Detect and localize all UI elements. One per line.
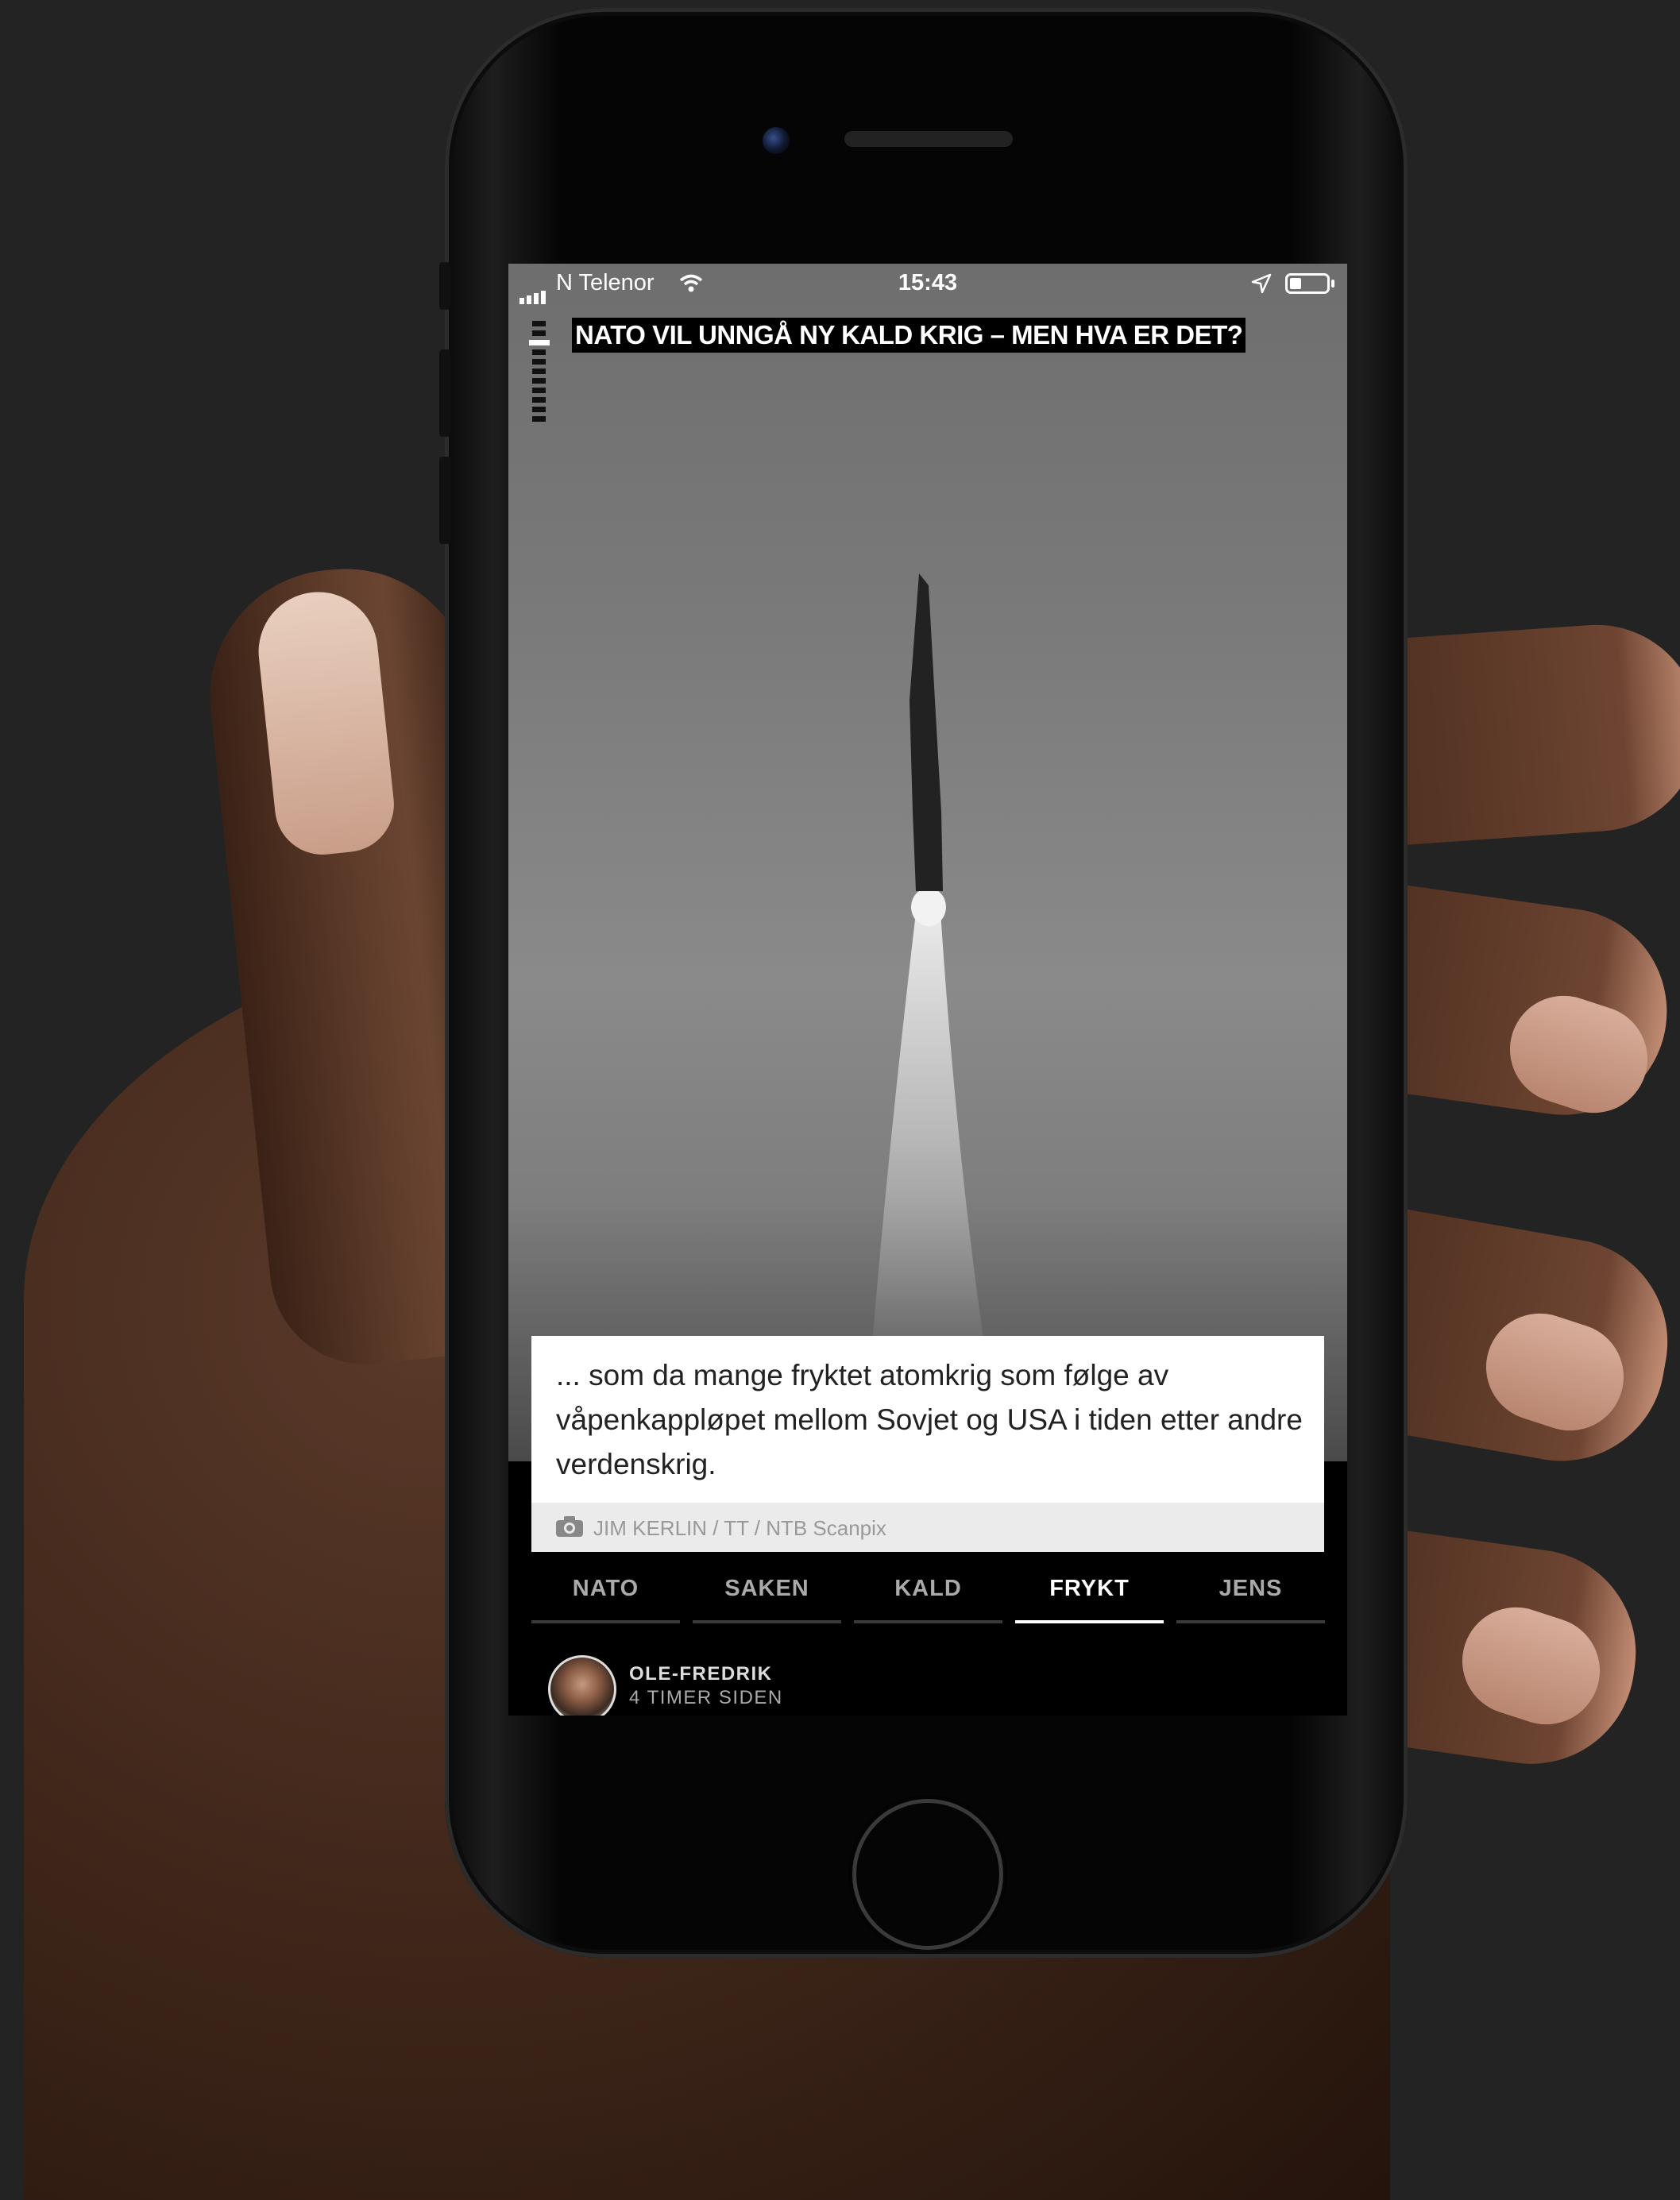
phone-screen: N Telenor 15:43 NATO VIL UNNGÅ NY KALD K… — [508, 264, 1347, 1716]
progress-segment — [532, 359, 546, 365]
tab-label: KALD — [894, 1576, 962, 1601]
front-camera — [763, 127, 790, 154]
story-headline: NATO VIL UNNGÅ NY KALD KRIG – MEN HVA ER… — [572, 318, 1246, 353]
tab-frykt[interactable]: FRYKT — [1015, 1566, 1164, 1623]
story-progress-indicator — [529, 321, 550, 426]
tab-underline — [693, 1620, 841, 1623]
avatar — [548, 1655, 616, 1716]
phone-side-button — [439, 262, 450, 310]
tab-underline — [1176, 1620, 1325, 1623]
caption-card: ... som da mange fryktet atomkrig som fø… — [531, 1336, 1324, 1552]
location-icon — [1251, 273, 1272, 294]
chapter-tabs: NATO SAKEN KALD FRYKT JENS — [531, 1566, 1325, 1626]
rocket-image — [870, 573, 989, 1376]
tab-label: FRYKT — [1049, 1576, 1130, 1601]
author-name: OLE-FREDRIK — [629, 1663, 773, 1685]
tab-jens[interactable]: JENS — [1176, 1566, 1325, 1623]
tab-label: NATO — [572, 1576, 639, 1601]
tab-underline — [531, 1620, 680, 1623]
tab-underline — [1015, 1620, 1164, 1623]
status-bar: N Telenor 15:43 — [508, 264, 1347, 304]
battery-cap — [1331, 280, 1334, 288]
progress-segment — [532, 369, 546, 374]
published-time: 4 TIMER SIDEN — [629, 1687, 783, 1708]
battery-icon — [1285, 273, 1330, 294]
camera-icon — [556, 1516, 583, 1537]
progress-segment — [532, 416, 546, 422]
progress-segment — [532, 321, 546, 326]
caption-text: ... som da mange fryktet atomkrig som fø… — [556, 1359, 1303, 1480]
progress-segment — [532, 349, 546, 355]
tab-underline — [854, 1620, 1002, 1623]
photo-credit: JIM KERLIN / TT / NTB Scanpix — [593, 1516, 886, 1540]
tab-kald[interactable]: KALD — [854, 1566, 1002, 1623]
tab-nato[interactable]: NATO — [531, 1566, 680, 1623]
tab-label: JENS — [1218, 1576, 1283, 1601]
progress-segment — [532, 388, 546, 393]
phone-volume-up — [439, 349, 450, 437]
tab-label: SAKEN — [724, 1576, 809, 1601]
clock: 15:43 — [898, 270, 958, 295]
photo-credit-bar: JIM KERLIN / TT / NTB Scanpix — [531, 1503, 1324, 1552]
progress-segment — [532, 330, 546, 336]
progress-segment — [532, 397, 546, 403]
home-button[interactable] — [852, 1799, 1003, 1950]
earpiece-speaker — [844, 131, 1013, 147]
progress-segment — [529, 340, 550, 345]
tab-saken[interactable]: SAKEN — [693, 1566, 841, 1623]
progress-segment — [532, 407, 546, 412]
progress-segment — [532, 378, 546, 384]
phone-volume-down — [439, 457, 450, 544]
